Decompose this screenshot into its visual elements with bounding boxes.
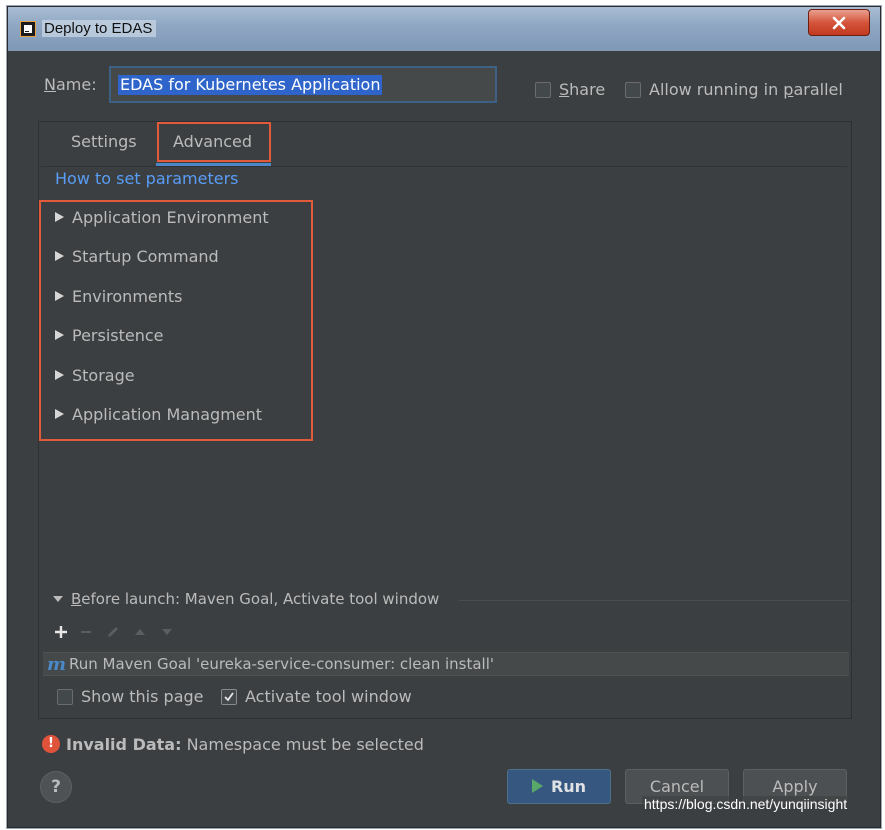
move-down-icon[interactable] xyxy=(156,621,178,643)
section-storage[interactable]: Storage xyxy=(55,366,135,385)
allow-parallel-option[interactable]: Allow running in parallel xyxy=(625,79,843,99)
activate-tool-window-label: Activate tool window xyxy=(245,687,412,706)
allow-parallel-checkbox[interactable] xyxy=(625,81,641,98)
deploy-dialog: Deploy to EDAS Name: EDAS for Kubernetes… xyxy=(7,6,881,828)
tabs-separator xyxy=(41,166,847,167)
share-option[interactable]: Share xyxy=(535,79,605,99)
expand-arrow-icon xyxy=(55,211,64,222)
edit-icon[interactable] xyxy=(102,621,124,643)
name-label: Name: xyxy=(44,75,97,94)
close-button[interactable] xyxy=(808,9,870,36)
dialog-content: Name: EDAS for Kubernetes Application Sh… xyxy=(8,51,880,827)
show-this-page-label: Show this page xyxy=(81,687,204,706)
move-up-icon[interactable] xyxy=(129,621,151,643)
validation-message: ! Invalid Data: Namespace must be selecte… xyxy=(42,734,424,755)
name-input-value: EDAS for Kubernetes Application xyxy=(118,75,383,95)
section-persistence[interactable]: Persistence xyxy=(55,326,164,345)
expand-arrow-icon xyxy=(55,329,64,340)
before-launch-task-row[interactable]: m Run Maven Goal 'eureka-service-consume… xyxy=(43,652,849,676)
watermark: https://blog.csdn.net/yunqiinsight xyxy=(642,796,850,812)
share-checkbox[interactable] xyxy=(535,81,551,98)
section-application-management[interactable]: Application Managment xyxy=(55,405,262,424)
show-this-page-checkbox[interactable] xyxy=(57,688,73,705)
activate-tool-window-checkbox[interactable] xyxy=(221,688,237,705)
section-startup-command[interactable]: Startup Command xyxy=(55,247,219,266)
checkmark-icon xyxy=(224,691,234,701)
expand-arrow-icon xyxy=(55,290,64,301)
section-environments[interactable]: Environments xyxy=(55,287,183,306)
window-title: Deploy to EDAS xyxy=(42,20,157,37)
share-label: Share xyxy=(559,80,606,99)
activate-tool-window-option[interactable]: Activate tool window xyxy=(221,686,412,706)
task-label: Run Maven Goal 'eureka-service-consumer:… xyxy=(69,655,495,673)
how-to-set-parameters-link[interactable]: How to set parameters xyxy=(55,169,238,188)
allow-parallel-label: Allow running in parallel xyxy=(649,80,843,99)
error-icon: ! xyxy=(42,734,60,753)
run-play-icon xyxy=(531,778,543,793)
section-application-environment[interactable]: Application Environment xyxy=(55,208,269,227)
close-icon xyxy=(832,16,846,29)
maven-icon: m xyxy=(47,654,67,675)
collapse-arrow-icon xyxy=(53,595,63,602)
config-panel: Settings Advanced How to set parameters … xyxy=(38,121,852,719)
expand-arrow-icon xyxy=(55,369,64,380)
title-bar[interactable]: Deploy to EDAS xyxy=(8,7,880,51)
before-launch-header[interactable]: Before launch: Maven Goal, Activate tool… xyxy=(53,590,439,608)
before-launch-divider xyxy=(459,600,849,601)
intellij-app-icon xyxy=(20,21,36,37)
name-input[interactable]: EDAS for Kubernetes Application xyxy=(109,66,497,103)
run-button[interactable]: Run xyxy=(507,769,611,804)
tab-settings[interactable]: Settings xyxy=(71,132,137,151)
remove-icon[interactable] xyxy=(75,621,97,643)
help-button[interactable]: ? xyxy=(40,771,72,803)
expand-arrow-icon xyxy=(55,250,64,261)
show-this-page-option[interactable]: Show this page xyxy=(57,686,204,706)
advanced-tab-highlight-box xyxy=(157,122,271,162)
add-icon[interactable] xyxy=(50,621,72,643)
expand-arrow-icon xyxy=(55,408,64,419)
